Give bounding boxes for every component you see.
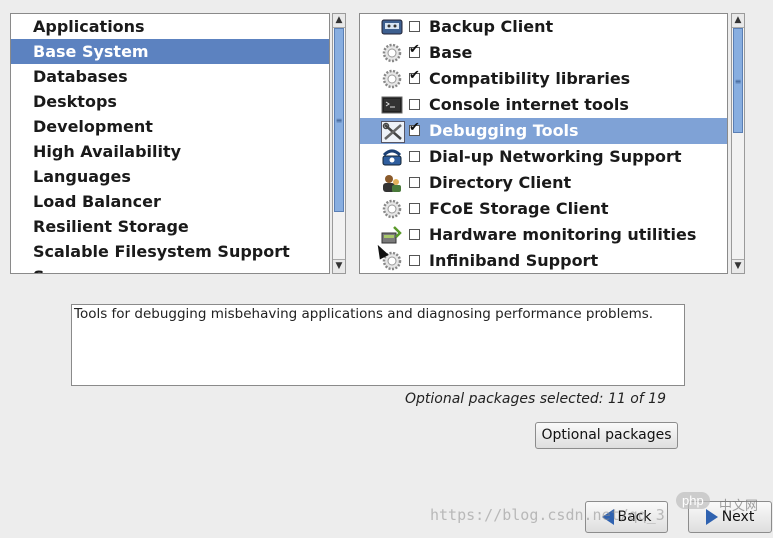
group-list[interactable]: Applications Base System Databases Deskt… [10, 13, 330, 274]
optional-packages-button[interactable]: Optional packages [535, 422, 678, 449]
terminal-icon [381, 96, 403, 114]
back-label: Back [617, 509, 652, 525]
package-label: FCoE Storage Client [429, 199, 609, 218]
group-item[interactable]: High Availability [11, 139, 329, 164]
package-label: Infiniband Support [429, 251, 599, 270]
package-item-selected[interactable]: ✔ Debugging Tools [360, 118, 727, 144]
users-icon [383, 175, 401, 192]
package-item[interactable]: Infiniband Support [360, 248, 727, 273]
package-item[interactable]: ✔ Compatibility libraries [360, 66, 727, 92]
arrow-left-icon [601, 509, 614, 525]
package-label: Backup Client [429, 17, 554, 36]
group-item[interactable]: Desktops [11, 89, 329, 114]
package-checkbox[interactable] [409, 151, 420, 162]
package-checkbox[interactable] [409, 99, 420, 110]
package-label: Directory Client [429, 173, 572, 192]
package-label: Base [429, 43, 473, 62]
group-list-scrollbar[interactable]: ▲ ≡ ▼ [332, 13, 346, 274]
package-label: Debugging Tools [429, 121, 579, 140]
group-item[interactable]: Languages [11, 164, 329, 189]
package-item[interactable]: Hardware monitoring utilities [360, 222, 727, 248]
checkmark-icon: ✔ [409, 120, 420, 135]
arrow-right-icon [705, 509, 718, 525]
package-item[interactable]: ✔ Base [360, 40, 727, 66]
phone-icon [382, 149, 402, 166]
package-item[interactable]: Backup Client [360, 14, 727, 40]
group-item[interactable]: Development [11, 114, 329, 139]
group-item-partial[interactable]: S [11, 264, 329, 273]
optional-packages-status: Optional packages selected: 11 of 19 [404, 391, 666, 407]
php-logo: php [676, 492, 710, 509]
hardware-icon [381, 226, 402, 244]
backup-icon [381, 19, 403, 35]
gear-icon [382, 69, 402, 89]
php-cn-text: 中文网 [719, 499, 759, 514]
group-item-selected[interactable]: Base System [11, 39, 329, 64]
back-button[interactable]: Back [585, 501, 668, 533]
package-list[interactable]: Backup Client ✔ Base ✔ Compatibility lib… [359, 13, 728, 274]
package-list-scrollbar[interactable]: ▲ ≡ ▼ [731, 13, 745, 274]
scroll-down-button[interactable]: ▼ [333, 259, 345, 273]
package-checkbox[interactable] [409, 177, 420, 188]
scroll-thumb[interactable]: ≡ [733, 28, 743, 133]
scroll-down-button[interactable]: ▼ [732, 259, 744, 273]
gear-icon [382, 199, 402, 219]
package-item[interactable]: Directory Client [360, 170, 727, 196]
group-item[interactable]: Resilient Storage [11, 214, 329, 239]
gear-icon [382, 43, 402, 63]
scroll-thumb[interactable]: ≡ [334, 28, 344, 212]
package-item[interactable]: Console internet tools [360, 92, 727, 118]
checkmark-icon: ✔ [409, 68, 420, 83]
package-checkbox[interactable] [409, 255, 420, 266]
checkmark-icon: ✔ [409, 42, 420, 57]
package-label: Hardware monitoring utilities [429, 225, 697, 244]
package-label: Console internet tools [429, 95, 629, 114]
package-item[interactable]: FCoE Storage Client [360, 196, 727, 222]
scroll-up-button[interactable]: ▲ [732, 14, 744, 28]
group-item[interactable]: Scalable Filesystem Support [11, 239, 329, 264]
package-checkbox[interactable] [409, 21, 420, 32]
package-checkbox[interactable] [409, 203, 420, 214]
package-label: Dial-up Networking Support [429, 147, 682, 166]
group-item[interactable]: Applications [11, 14, 329, 39]
package-label: Compatibility libraries [429, 69, 631, 88]
package-description: Tools for debugging misbehaving applicat… [71, 304, 685, 386]
group-item[interactable]: Load Balancer [11, 189, 329, 214]
optional-packages-label: Optional packages [541, 427, 672, 443]
tools-icon [381, 121, 405, 143]
group-item[interactable]: Databases [11, 64, 329, 89]
package-item[interactable]: Dial-up Networking Support [360, 144, 727, 170]
scroll-up-button[interactable]: ▲ [333, 14, 345, 28]
package-checkbox[interactable] [409, 229, 420, 240]
